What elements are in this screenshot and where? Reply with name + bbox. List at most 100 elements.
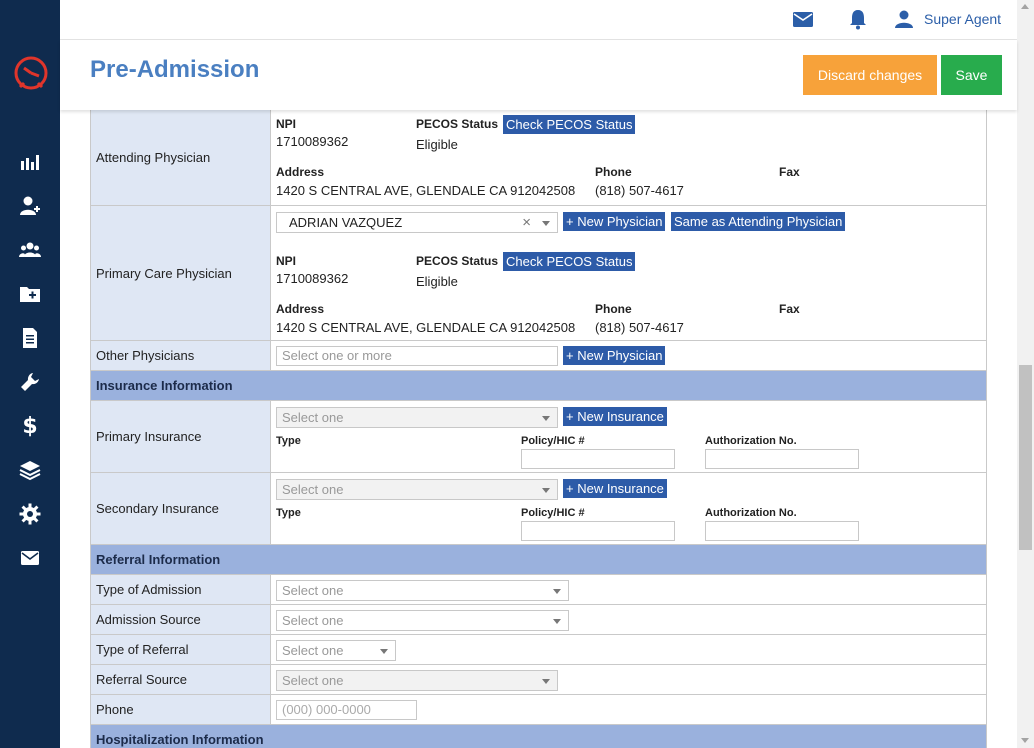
phone-label: Phone bbox=[595, 302, 632, 316]
primary-insurance-label: Primary Insurance bbox=[90, 400, 271, 473]
select-placeholder: Select one bbox=[282, 583, 344, 598]
chevron-down-icon bbox=[542, 679, 550, 684]
select-placeholder: Select one bbox=[282, 410, 344, 425]
npi-value: 1710089362 bbox=[276, 271, 349, 286]
group-icon[interactable] bbox=[19, 239, 41, 261]
type-of-admission-select[interactable]: Select one bbox=[276, 580, 569, 601]
document-icon[interactable] bbox=[19, 327, 41, 349]
select-placeholder: Select one bbox=[282, 613, 344, 628]
select-placeholder: Select one bbox=[282, 643, 344, 658]
admission-source-select[interactable]: Select one bbox=[276, 610, 569, 631]
policy-input[interactable] bbox=[521, 449, 675, 469]
pecos-status-label: PECOS Status bbox=[416, 254, 499, 268]
primary-care-physician-row: Primary Care Physician ADRIAN VAZQUEZ × … bbox=[90, 205, 987, 341]
check-pecos-status-button[interactable]: Check PECOS Status bbox=[503, 115, 636, 134]
type-of-referral-label: Type of Referral bbox=[90, 634, 271, 665]
bell-icon[interactable] bbox=[846, 8, 870, 30]
policy-input[interactable] bbox=[521, 521, 675, 541]
insurance-section-row: Insurance Information bbox=[90, 370, 987, 401]
other-physicians-row: Other Physicians Select one or more + Ne… bbox=[90, 340, 987, 371]
phone-input[interactable]: (000) 000-0000 bbox=[276, 700, 417, 720]
type-of-referral-row: Type of Referral Select one bbox=[90, 634, 987, 665]
chart-icon[interactable] bbox=[19, 151, 41, 173]
address-label: Address bbox=[276, 165, 325, 179]
phone-label: Phone bbox=[595, 165, 632, 179]
npi-value: 1710089362 bbox=[276, 134, 349, 149]
type-of-referral-select[interactable]: Select one bbox=[276, 640, 396, 661]
admission-source-label: Admission Source bbox=[90, 604, 271, 635]
new-physician-button[interactable]: + New Physician bbox=[563, 212, 666, 231]
pecos-status-value: Eligible bbox=[416, 137, 458, 152]
type-of-admission-row: Type of Admission Select one bbox=[90, 574, 987, 605]
policy-label: Policy/HIC # bbox=[521, 507, 585, 519]
sidebar: $ bbox=[0, 0, 60, 748]
discard-changes-button[interactable]: Discard changes bbox=[803, 55, 937, 95]
new-insurance-button[interactable]: + New Insurance bbox=[563, 479, 667, 498]
top-bar: Super Agent bbox=[60, 0, 1017, 40]
authorization-input[interactable] bbox=[705, 449, 859, 469]
user-icon[interactable] bbox=[892, 8, 916, 30]
pecos-status-label: PECOS Status bbox=[416, 117, 499, 131]
scrollbar-thumb[interactable] bbox=[1019, 365, 1032, 550]
hospitalization-section-title: Hospitalization Information bbox=[90, 724, 987, 748]
attending-physician-label: Attending Physician bbox=[90, 110, 271, 206]
chevron-down-icon bbox=[553, 619, 561, 624]
new-physician-button[interactable]: + New Physician bbox=[563, 346, 666, 365]
check-pecos-status-button[interactable]: Check PECOS Status bbox=[503, 252, 636, 271]
same-as-attending-button[interactable]: Same as Attending Physician bbox=[671, 212, 846, 231]
referral-source-label: Referral Source bbox=[90, 664, 271, 695]
policy-label: Policy/HIC # bbox=[521, 435, 585, 447]
clock-logo-icon[interactable] bbox=[13, 55, 49, 91]
address-value: 1420 S CENTRAL AVE, GLENDALE CA 91204250… bbox=[276, 320, 576, 335]
admission-source-row: Admission Source Select one bbox=[90, 604, 987, 635]
primary-care-physician-select[interactable]: ADRIAN VAZQUEZ × bbox=[276, 212, 558, 233]
referral-phone-row: Phone (000) 000-0000 bbox=[90, 694, 987, 725]
attending-physician-row: Attending Physician NPI 1710089362 PECOS… bbox=[90, 110, 987, 206]
authorization-label: Authorization No. bbox=[705, 507, 797, 519]
type-label: Type bbox=[276, 507, 301, 519]
hospitalization-section-row: Hospitalization Information bbox=[90, 724, 987, 748]
chevron-down-icon bbox=[553, 589, 561, 594]
primary-care-physician-label: Primary Care Physician bbox=[90, 205, 271, 341]
clear-icon[interactable]: × bbox=[522, 213, 531, 232]
phone-value: (818) 507-4617 bbox=[595, 183, 684, 198]
primary-insurance-select[interactable]: Select one bbox=[276, 407, 558, 428]
chevron-down-icon bbox=[542, 221, 550, 226]
referral-section-row: Referral Information bbox=[90, 544, 987, 575]
address-label: Address bbox=[276, 302, 325, 316]
chevron-down-icon bbox=[542, 488, 550, 493]
secondary-insurance-select[interactable]: Select one bbox=[276, 479, 558, 500]
pecos-status-value: Eligible bbox=[416, 274, 458, 289]
page-header: Pre-Admission Discard changes Save bbox=[60, 40, 1017, 110]
selected-physician: ADRIAN VAZQUEZ bbox=[289, 215, 403, 230]
npi-label: NPI bbox=[276, 117, 297, 131]
mail-icon[interactable] bbox=[19, 547, 41, 569]
mail-icon[interactable] bbox=[791, 8, 815, 30]
type-label: Type bbox=[276, 435, 301, 447]
referral-section-title: Referral Information bbox=[90, 544, 987, 575]
user-name[interactable]: Super Agent bbox=[924, 11, 1001, 27]
wrench-icon[interactable] bbox=[19, 371, 41, 393]
scroll-up-icon[interactable] bbox=[1021, 4, 1029, 9]
npi-label: NPI bbox=[276, 254, 297, 268]
secondary-insurance-row: Secondary Insurance Select one + New Ins… bbox=[90, 472, 987, 545]
new-insurance-button[interactable]: + New Insurance bbox=[563, 407, 667, 426]
add-patient-icon[interactable] bbox=[19, 195, 41, 217]
scroll-down-icon[interactable] bbox=[1021, 738, 1029, 743]
chevron-down-icon bbox=[380, 649, 388, 654]
save-button[interactable]: Save bbox=[941, 55, 1002, 95]
gear-icon[interactable] bbox=[19, 503, 41, 525]
chevron-down-icon bbox=[542, 416, 550, 421]
form-content: Attending Physician NPI 1710089362 PECOS… bbox=[60, 110, 1017, 748]
phone-value: (818) 507-4617 bbox=[595, 320, 684, 335]
authorization-input[interactable] bbox=[705, 521, 859, 541]
fax-label: Fax bbox=[779, 165, 800, 179]
referral-source-select[interactable]: Select one bbox=[276, 670, 558, 691]
other-physicians-select[interactable]: Select one or more bbox=[276, 346, 558, 366]
secondary-insurance-label: Secondary Insurance bbox=[90, 472, 271, 545]
authorization-label: Authorization No. bbox=[705, 435, 797, 447]
other-physicians-label: Other Physicians bbox=[90, 340, 271, 371]
layers-icon[interactable] bbox=[19, 459, 41, 481]
dollar-icon[interactable]: $ bbox=[19, 414, 41, 439]
add-folder-icon[interactable] bbox=[19, 283, 41, 305]
